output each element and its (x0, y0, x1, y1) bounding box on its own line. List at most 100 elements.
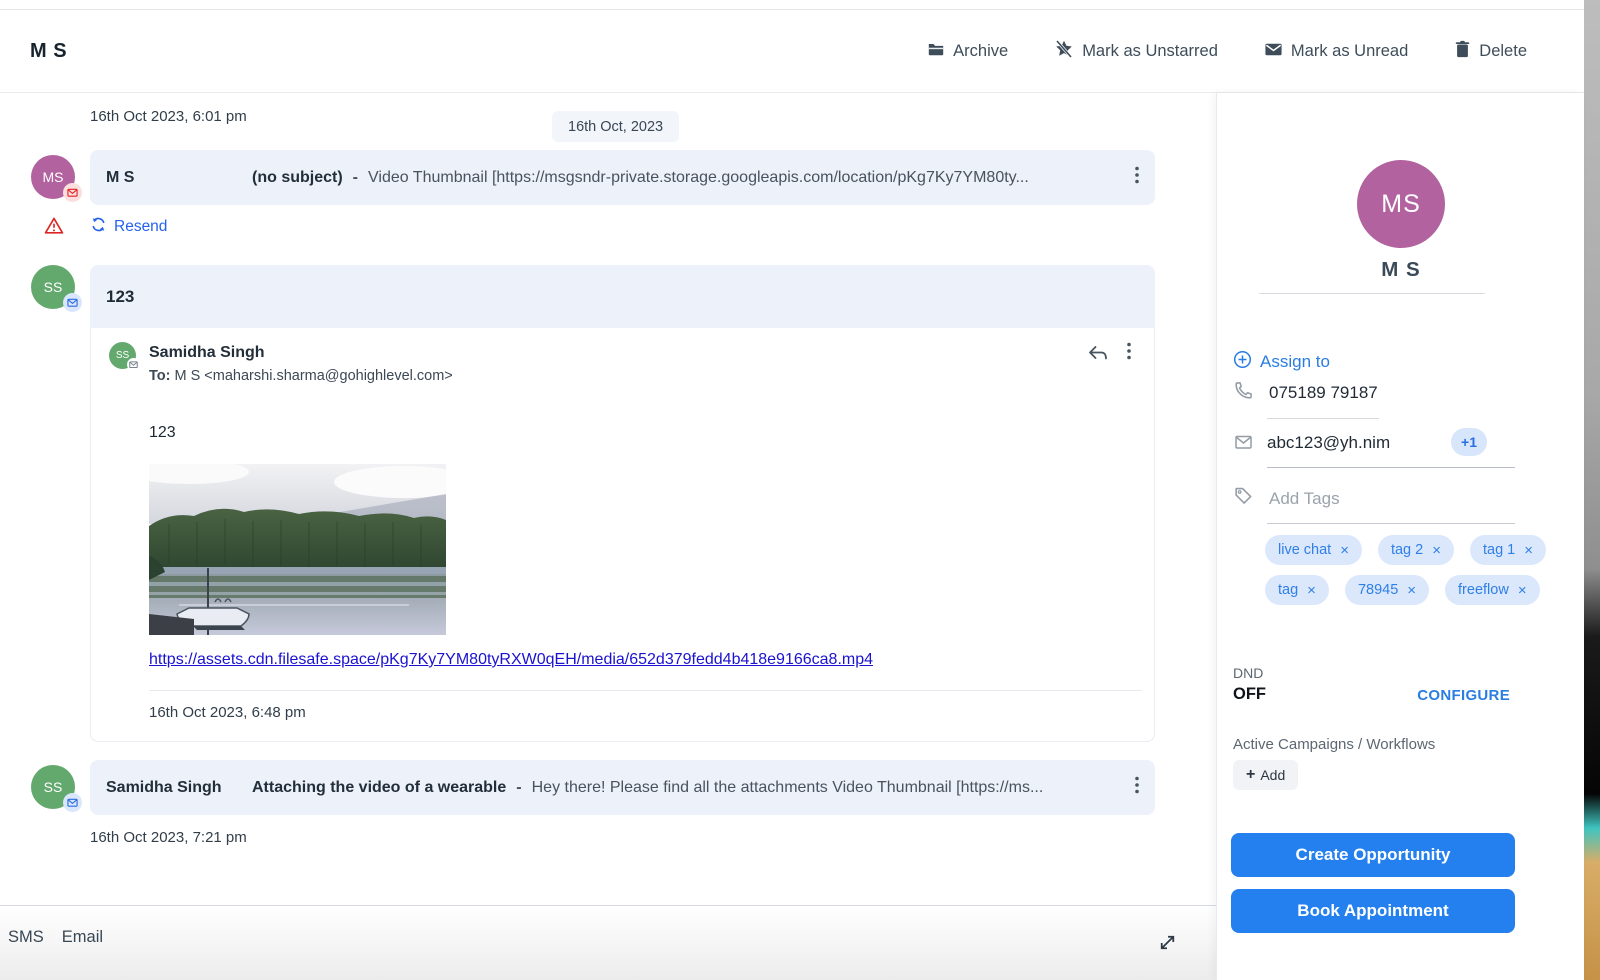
message1-timestamp: 16th Oct 2023, 6:01 pm (90, 108, 247, 125)
circle-plus-icon (1233, 350, 1252, 374)
avatar-ss-small: SS (109, 342, 136, 369)
message3-snippet: Hey there! Please find all the attachmen… (532, 779, 1125, 797)
send-error-icon (44, 216, 64, 240)
delete-button[interactable]: Delete (1454, 40, 1527, 63)
tab-sms[interactable]: SMS (8, 928, 44, 947)
message2-subject: 123 (106, 287, 134, 307)
attachment-video-link[interactable]: https://assets.cdn.filesafe.space/pKg7Ky… (149, 651, 873, 669)
contact-email[interactable]: abc123@yh.nim (1267, 433, 1390, 453)
contact-panel: MS M S Assign to 075189 79187 abc123@yh.… (1216, 93, 1584, 980)
composer-bar: SMS Email (0, 905, 1222, 980)
email-channel-badge-small (127, 358, 140, 371)
resend-label: Resend (114, 218, 167, 236)
add-tags-input[interactable]: Add Tags (1269, 489, 1340, 509)
mark-unstarred-button[interactable]: Mark as Unstarred (1054, 39, 1218, 64)
message2-subject-bar[interactable]: 123 (90, 265, 1155, 328)
message2-expanded-card: SS Samidha Singh To: M S <maharshi.sharm… (90, 328, 1155, 742)
extra-emails-badge[interactable]: +1 (1451, 428, 1487, 456)
contact-name: M S (1217, 258, 1585, 282)
tag-pill[interactable]: tag× (1265, 575, 1329, 605)
remove-tag-icon[interactable]: × (1518, 583, 1527, 598)
tag-pill[interactable]: tag 1× (1470, 535, 1546, 565)
phone-icon (1233, 380, 1254, 406)
message2-body: 123 (149, 424, 176, 442)
message3-sender: Samidha Singh (106, 779, 252, 797)
archive-button[interactable]: Archive (927, 40, 1008, 63)
tag-pill[interactable]: tag 2× (1378, 535, 1454, 565)
tag-icon (1233, 485, 1254, 511)
mail-icon (1233, 432, 1254, 457)
assign-to-label: Assign to (1260, 352, 1330, 372)
message1-sender: M S (106, 169, 252, 187)
subject-separator: - (353, 169, 358, 187)
resend-button[interactable]: Resend (90, 216, 167, 238)
book-appointment-button[interactable]: Book Appointment (1231, 889, 1515, 933)
divider (1259, 293, 1485, 294)
archive-label: Archive (953, 42, 1008, 61)
add-campaign-button[interactable]: + Add (1233, 760, 1298, 790)
remove-tag-icon[interactable]: × (1307, 583, 1316, 598)
phone-underline (1267, 418, 1379, 419)
attached-lake-photo[interactable] (149, 464, 446, 635)
add-label: Add (1260, 767, 1285, 783)
mark-unread-label: Mark as Unread (1291, 42, 1408, 61)
message2-sender: Samidha Singh (149, 344, 265, 362)
dnd-label: DND (1233, 665, 1263, 681)
window-top-strip (0, 0, 1584, 10)
conversation-window: M S Archive Mark as Unstarred Mark as Un… (0, 0, 1584, 980)
star-slash-icon (1054, 39, 1074, 64)
tag-pill[interactable]: live chat× (1265, 535, 1362, 565)
tag-list: live chat× tag 2× tag 1× tag× 78945× fre… (1265, 535, 1557, 605)
email-channel-badge (63, 293, 82, 312)
delete-label: Delete (1479, 42, 1527, 61)
email-channel-badge (63, 793, 82, 812)
conversation-header: M S Archive Mark as Unstarred Mark as Un… (0, 11, 1584, 93)
subject-separator: - (516, 779, 521, 797)
message2-recipient-line: To: M S <maharshi.sharma@gohighlevel.com… (149, 368, 453, 384)
mark-unread-button[interactable]: Mark as Unread (1264, 40, 1408, 64)
message3-collapsed-row[interactable]: Samidha Singh Attaching the video of a w… (90, 760, 1155, 815)
tag-pill[interactable]: freeflow× (1445, 575, 1540, 605)
assign-to-button[interactable]: Assign to (1233, 350, 1330, 374)
desktop-background-edge (1584, 0, 1600, 980)
message2-more-icon[interactable] (1127, 342, 1131, 365)
date-separator-chip: 16th Oct, 2023 (552, 111, 679, 142)
card-divider (149, 690, 1142, 691)
tags-underline (1267, 523, 1515, 524)
dnd-status: OFF (1233, 685, 1266, 704)
message3-timestamp: 16th Oct 2023, 7:21 pm (90, 829, 247, 846)
to-label: To: (149, 368, 170, 384)
remove-tag-icon[interactable]: × (1524, 543, 1533, 558)
envelope-icon (1264, 40, 1283, 64)
dnd-configure-link[interactable]: CONFIGURE (1417, 687, 1510, 704)
avatar-ms: MS (31, 155, 75, 199)
resend-icon (90, 216, 107, 238)
expand-composer-icon[interactable] (1157, 932, 1178, 958)
to-value: M S <maharshi.sharma@gohighlevel.com> (175, 368, 453, 384)
message1-subject: (no subject) (252, 169, 343, 187)
campaigns-label: Active Campaigns / Workflows (1233, 736, 1435, 753)
header-actions: Archive Mark as Unstarred Mark as Unread… (927, 39, 1527, 64)
remove-tag-icon[interactable]: × (1407, 583, 1416, 598)
reply-icon[interactable] (1086, 343, 1110, 370)
message3-subject: Attaching the video of a wearable (252, 779, 506, 797)
tag-pill[interactable]: 78945× (1345, 575, 1429, 605)
message1-more-icon[interactable] (1135, 166, 1139, 189)
remove-tag-icon[interactable]: × (1432, 543, 1441, 558)
message1-snippet: Video Thumbnail [https://msgsndr-private… (368, 169, 1125, 187)
email-channel-badge-error (63, 183, 82, 202)
remove-tag-icon[interactable]: × (1340, 543, 1349, 558)
contact-phone[interactable]: 075189 79187 (1269, 383, 1378, 403)
message1-collapsed-row[interactable]: M S (no subject) - Video Thumbnail [http… (90, 150, 1155, 205)
create-opportunity-button[interactable]: Create Opportunity (1231, 833, 1515, 877)
archive-icon (927, 40, 945, 63)
page-title: M S (30, 40, 67, 63)
message-thread: 16th Oct 2023, 6:01 pm 16th Oct, 2023 MS… (0, 93, 1222, 980)
plus-icon: + (1246, 766, 1255, 784)
avatar-ss: SS (31, 265, 75, 309)
message3-more-icon[interactable] (1135, 776, 1139, 799)
composer-tabs: SMS Email (8, 928, 103, 947)
tab-email[interactable]: Email (62, 928, 103, 947)
trash-icon (1454, 40, 1471, 63)
mark-unstarred-label: Mark as Unstarred (1082, 42, 1218, 61)
